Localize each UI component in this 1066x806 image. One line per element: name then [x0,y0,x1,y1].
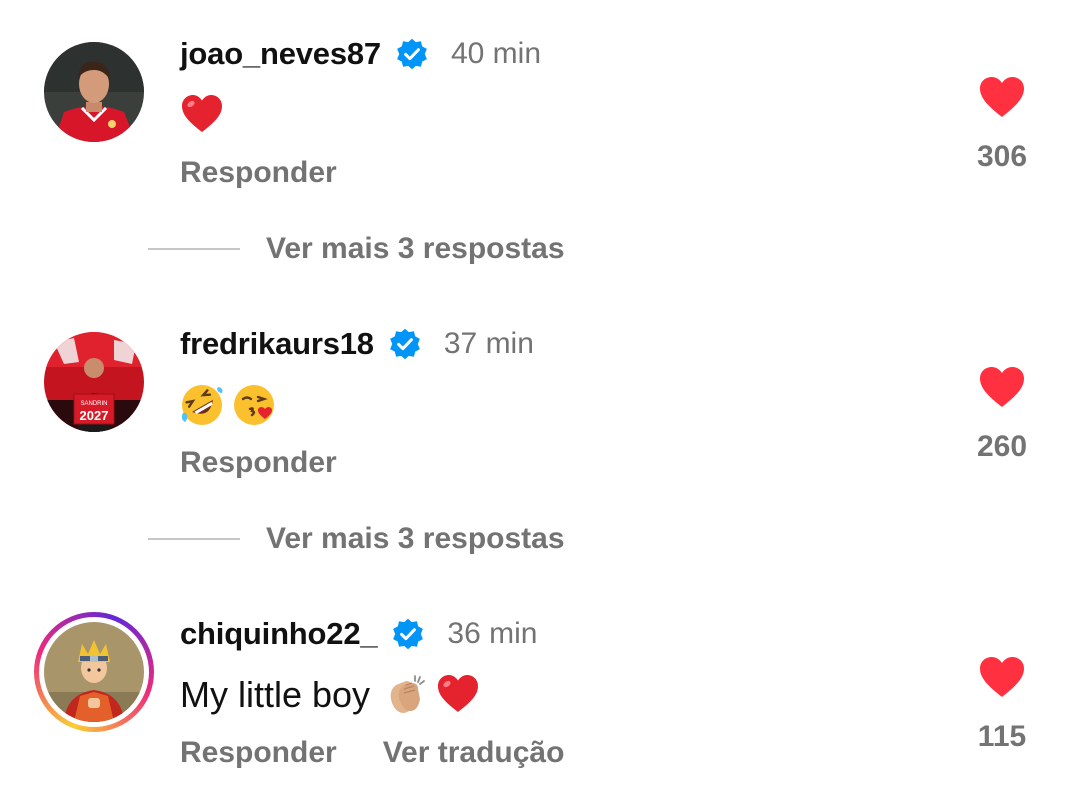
avatar[interactable] [44,42,144,142]
comment-header: joao_neves87 40 min [180,34,541,74]
like-column: 115 [960,656,1044,754]
comment-header: fredrikaurs18 37 min [180,324,534,364]
comment-actions: Responder [180,156,337,190]
red-heart-emoji [182,95,222,132]
rolling-laughing-emoji [181,385,223,425]
heart-icon[interactable] [979,656,1025,698]
comment-actions: Responder Ver tradução [180,736,564,770]
verified-badge-icon [389,328,420,360]
red-heart-emoji [438,675,479,712]
timestamp: 40 min [450,37,541,70]
reply-button[interactable]: Responder [180,156,337,190]
comment-actions: Responder [180,446,337,480]
view-replies-row[interactable]: Ver mais 3 respostas [148,232,565,266]
username[interactable]: joao_neves87 [180,36,381,72]
timestamp: 36 min [447,617,538,650]
clapping-hands-emoji [390,675,425,713]
blowing-kiss-emoji [234,385,274,425]
translate-button[interactable]: Ver tradução [383,736,565,770]
verified-badge-icon [397,38,427,70]
like-count: 260 [976,430,1028,463]
like-column: 260 [960,366,1044,464]
comment-text: My little boy [180,672,480,718]
replies-divider [148,248,240,250]
replies-divider [148,538,240,540]
view-replies-button[interactable]: Ver mais 3 respostas [266,522,565,556]
heart-icon[interactable] [979,76,1025,118]
avatar[interactable]: SANDRIN 2027 [44,332,144,432]
reply-button[interactable]: Responder [180,446,337,480]
timestamp: 37 min [443,327,534,360]
comment-header: chiquinho22_ 36 min [180,614,537,654]
reply-button[interactable]: Responder [180,736,337,770]
jersey-name-text: SANDRIN [80,401,107,407]
view-replies-button[interactable]: Ver mais 3 respostas [266,232,565,266]
comment-text [180,92,224,138]
username[interactable]: chiquinho22_ [180,616,378,652]
avatar[interactable] [44,622,144,722]
verified-badge-icon [393,618,424,650]
like-count: 306 [976,140,1028,173]
like-column: 306 [960,76,1044,174]
comment-text-content: My little boy [180,674,371,715]
username[interactable]: fredrikaurs18 [180,326,374,362]
comment-text [180,382,276,428]
jersey-number-text: 2027 [80,408,109,423]
heart-icon[interactable] [979,366,1025,408]
like-count: 115 [977,720,1027,753]
story-ring[interactable] [34,612,154,732]
view-replies-row[interactable]: Ver mais 3 respostas [148,522,565,556]
